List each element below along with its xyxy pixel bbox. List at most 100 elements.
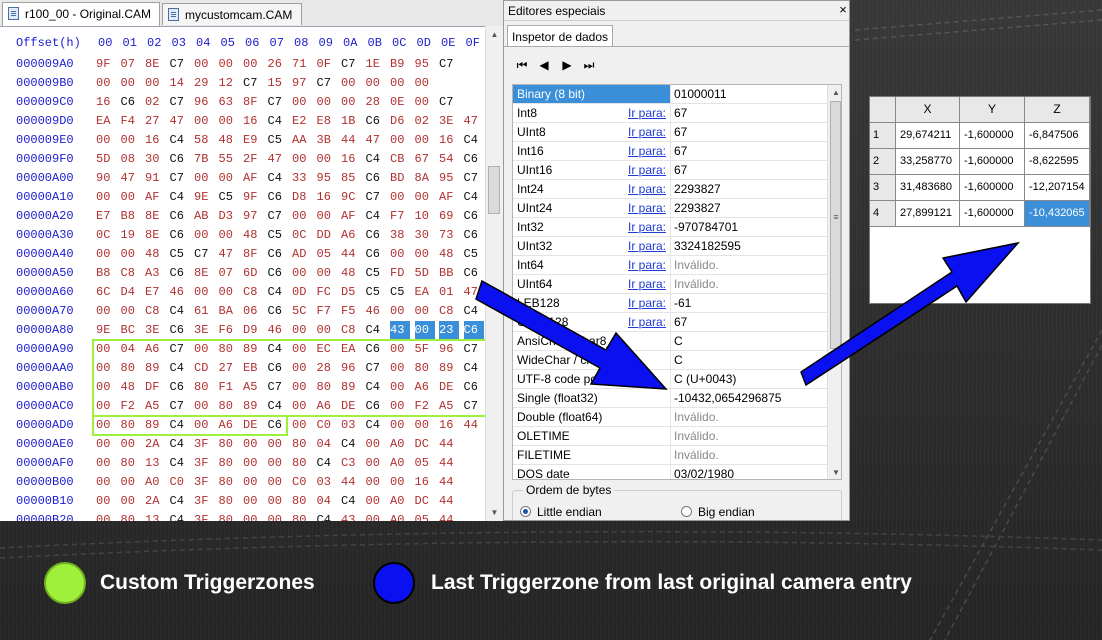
hex-byte[interactable]: C6 [170,207,190,226]
hex-byte[interactable]: 00 [96,245,116,264]
table-cell-z[interactable]: -10,432065 [1025,201,1090,227]
hex-byte[interactable]: C6 [268,188,288,207]
hex-byte[interactable]: AF [145,188,165,207]
hex-byte[interactable]: 00 [292,93,312,112]
hex-byte[interactable]: 00 [390,473,410,492]
hex-byte[interactable]: 00 [292,264,312,283]
close-icon[interactable]: × [837,3,849,17]
hex-byte[interactable]: 00 [219,112,239,131]
table-cell-y[interactable]: -1,600000 [960,149,1025,175]
hex-byte[interactable]: 27 [145,112,165,131]
hex-byte[interactable]: 00 [317,321,337,340]
hex-byte[interactable]: B8 [121,207,141,226]
hex-byte[interactable]: 2A [145,435,165,454]
hex-byte[interactable]: C4 [170,511,190,521]
hex-byte[interactable]: 95 [317,169,337,188]
inspector-row[interactable]: ULEB128 Ir para: 67 [513,313,827,332]
hex-byte[interactable]: 00 [96,188,116,207]
hex-byte[interactable]: EC [317,340,337,359]
hex-byte[interactable]: A3 [145,264,165,283]
hex-byte[interactable]: 13 [145,454,165,473]
hex-byte[interactable]: 38 [390,226,410,245]
hex-byte[interactable]: C7 [317,74,337,93]
hex-row[interactable]: 00000AC0 00 F2 A5 C7 00 80 89 C4 00 A6 DE C6 00 F2 A5 C7 [0,397,485,416]
hex-byte[interactable]: 00 [292,150,312,169]
hex-byte[interactable]: 02 [145,93,165,112]
hex-byte[interactable]: 47 [464,283,484,302]
hex-byte[interactable]: C6 [170,150,190,169]
hex-byte[interactable]: C7 [439,93,459,112]
hex-byte[interactable]: 96 [439,340,459,359]
hex-byte[interactable]: A0 [390,454,410,473]
hex-byte[interactable]: 89 [341,378,361,397]
inspector-row[interactable]: FILETIME Inválido. [513,446,827,465]
hex-byte[interactable]: 44 [439,435,459,454]
hex-byte[interactable]: C4 [170,416,190,435]
hex-byte[interactable]: 67 [415,150,435,169]
hex-byte[interactable]: F5 [341,302,361,321]
hex-byte[interactable]: 3E [439,112,459,131]
hex-byte[interactable]: 33 [292,169,312,188]
hex-byte[interactable]: C7 [170,397,190,416]
hex-byte[interactable]: 00 [96,473,116,492]
hex-byte[interactable]: 3F [194,511,214,521]
hex-byte[interactable]: 29 [194,74,214,93]
inspector-row[interactable]: Int8 Ir para: 67 [513,104,827,123]
hex-byte[interactable]: 9F [243,188,263,207]
hex-row[interactable]: 00000AD0 00 80 89 C4 00 A6 DE C6 00 C0 03 C4 00 00 16 44 [0,416,485,435]
hex-byte[interactable]: 47 [464,112,484,131]
little-endian-radio[interactable]: Little endian [520,505,602,519]
hex-row[interactable]: 00000A40 00 00 48 C5 C7 47 8F C6 AD 05 44 C6 00 00 48 C5 [0,245,485,264]
hex-byte[interactable]: 00 [121,435,141,454]
hex-byte[interactable]: E7 [96,207,116,226]
hex-byte[interactable]: C6 [366,340,386,359]
hex-byte[interactable]: 3F [194,435,214,454]
hex-byte[interactable]: 16 [317,188,337,207]
hex-byte[interactable]: 2F [243,150,263,169]
hex-byte[interactable]: 47 [170,112,190,131]
hex-byte[interactable]: 8E [145,226,165,245]
hex-byte[interactable]: 14 [170,74,190,93]
hex-byte[interactable]: 00 [292,359,312,378]
hex-byte[interactable]: C6 [366,226,386,245]
hex-byte[interactable]: 00 [121,473,141,492]
hex-byte[interactable]: 00 [194,416,214,435]
prev-record-icon[interactable]: ◀ [536,56,552,74]
column-header-y[interactable]: Y [960,97,1025,123]
hex-byte[interactable]: 16 [145,131,165,150]
scroll-up-icon[interactable]: ▲ [828,85,841,101]
hex-byte[interactable]: D8 [292,188,312,207]
hex-byte[interactable]: C7 [366,188,386,207]
hex-byte[interactable]: C7 [194,245,214,264]
hex-row[interactable]: 00000B10 00 00 2A C4 3F 80 00 00 80 04 C4 00 A0 DC 44 [0,492,485,511]
hex-byte[interactable]: C6 [170,321,190,340]
hex-byte[interactable]: 80 [121,454,141,473]
hex-byte[interactable]: 0D [292,283,312,302]
hex-byte[interactable]: 28 [317,359,337,378]
hex-byte[interactable]: 07 [121,55,141,74]
inspector-value[interactable]: -61 [674,294,691,312]
hex-byte[interactable]: A6 [145,340,165,359]
hex-byte[interactable]: 00 [96,302,116,321]
hex-byte[interactable]: F2 [121,397,141,416]
hex-byte[interactable]: 1B [341,112,361,131]
hex-byte[interactable]: 46 [366,302,386,321]
hex-byte[interactable]: 00 [292,340,312,359]
hex-byte[interactable]: E9 [243,131,263,150]
hex-byte[interactable]: 55 [219,150,239,169]
hex-byte[interactable]: 00 [366,492,386,511]
hex-byte[interactable]: 00 [219,283,239,302]
hex-byte[interactable]: C6 [366,245,386,264]
hex-byte[interactable]: A6 [341,226,361,245]
hex-byte[interactable]: 00 [390,131,410,150]
hex-byte[interactable]: DE [341,397,361,416]
hex-byte[interactable]: 9E [96,321,116,340]
hex-byte[interactable]: C4 [170,435,190,454]
goto-link[interactable]: Ir para: [628,237,666,255]
hex-byte[interactable]: 89 [439,359,459,378]
hex-byte[interactable]: 8E [145,55,165,74]
hex-row[interactable]: 000009E0 00 00 16 C4 58 48 E9 C5 AA 3B 44 47 00 00 16 C4 [0,131,485,150]
hex-byte[interactable]: 00 [415,245,435,264]
hex-byte[interactable]: 00 [414,321,435,340]
hex-byte[interactable]: 43 [390,321,410,340]
